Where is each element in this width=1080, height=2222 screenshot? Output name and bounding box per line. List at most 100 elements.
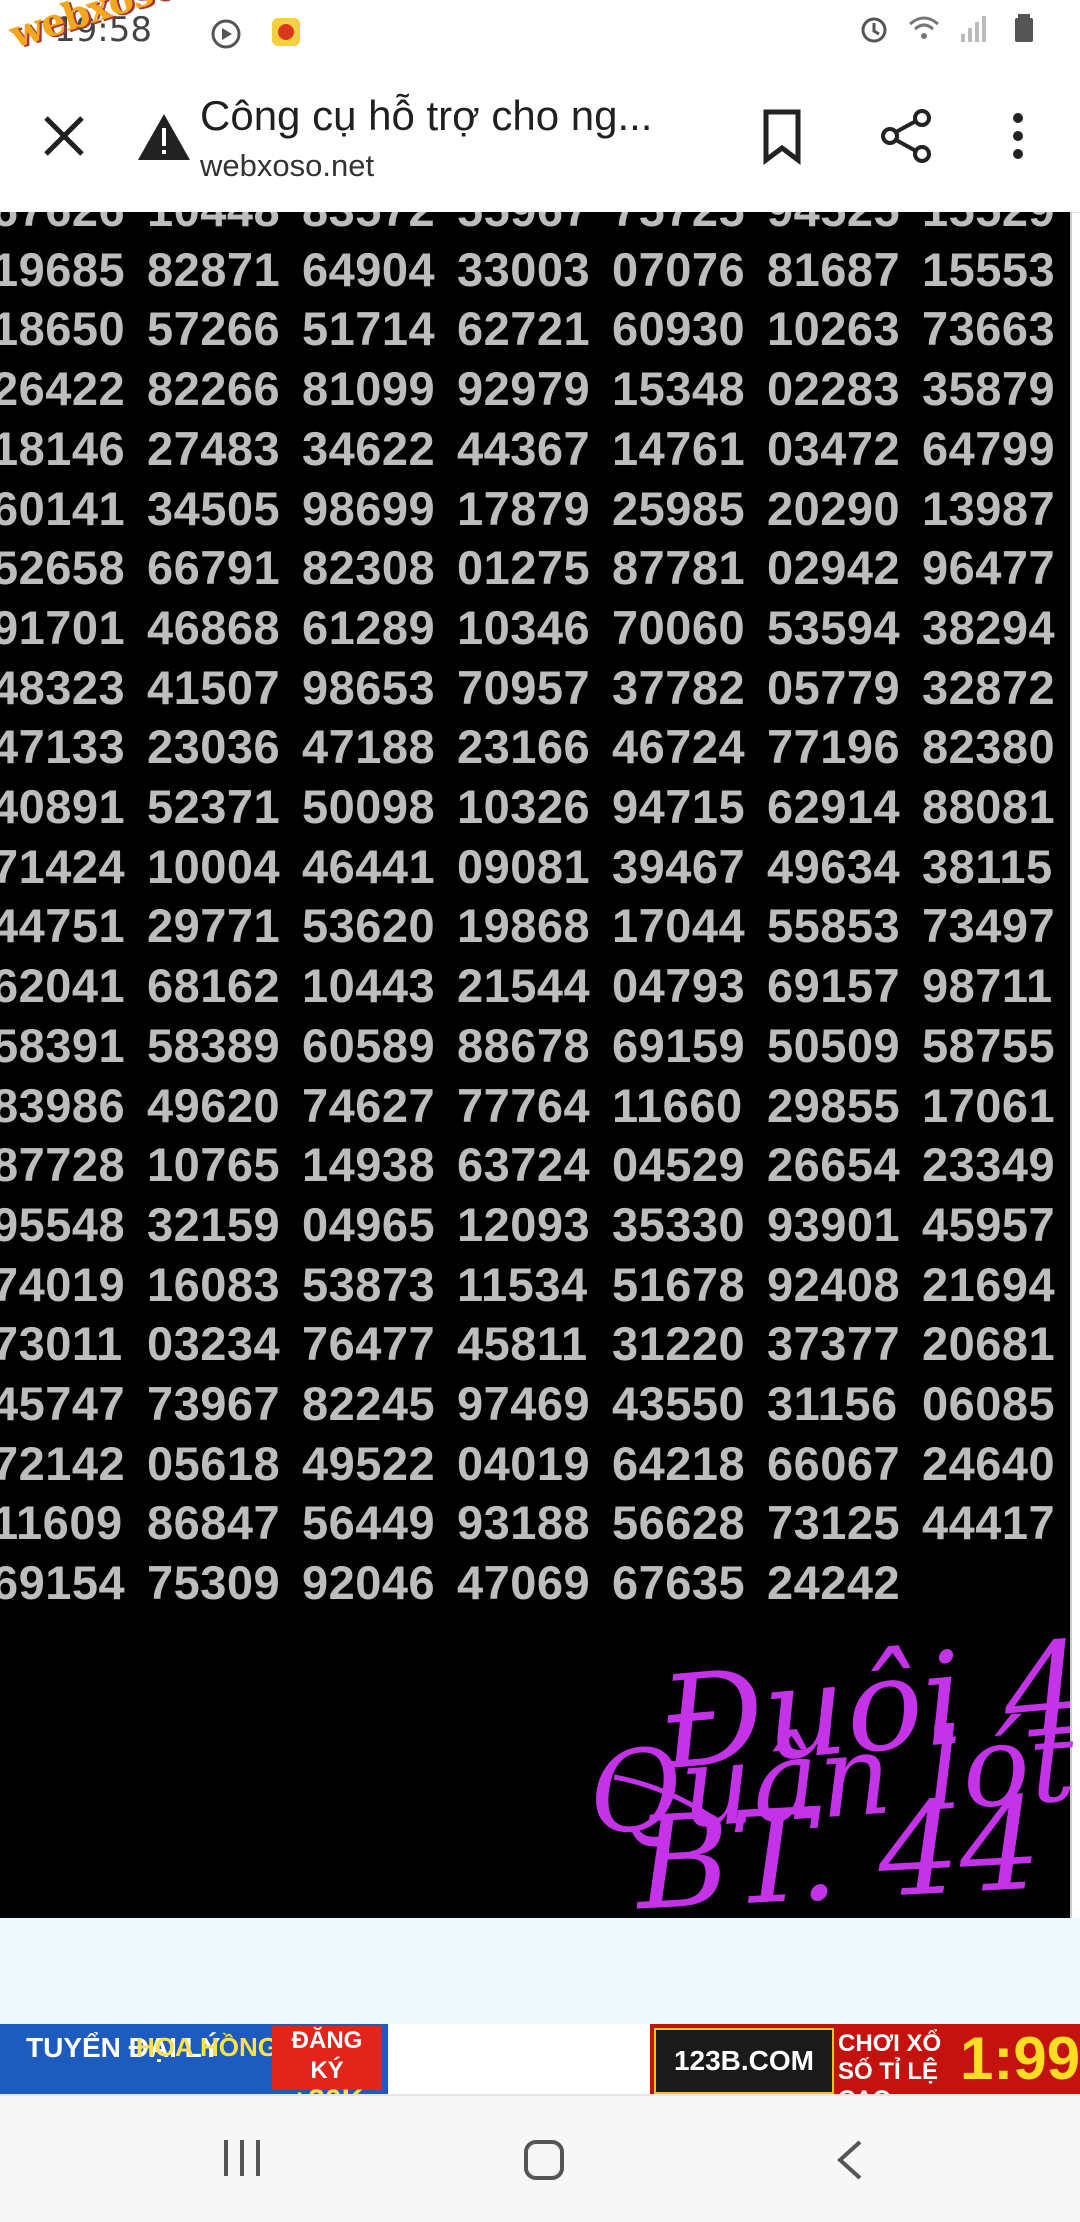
number-cell: 51714 bbox=[302, 302, 436, 356]
number-row: 52658 66791 82308 01275 87781 02942 96477 bbox=[0, 540, 1070, 595]
number-cell: 02283 bbox=[767, 362, 901, 416]
number-cell: 71424 bbox=[0, 839, 126, 893]
number-cell: 04529 bbox=[612, 1138, 746, 1192]
page-url[interactable]: webxoso.net bbox=[200, 148, 374, 184]
number-cell: 06085 bbox=[922, 1377, 1056, 1430]
number-row: 11609 86847 56449 93188 56628 73125 44417 bbox=[0, 1495, 1070, 1550]
ad-banner-right[interactable]: 123B.COM CHƠI XỔ SỐ TỈ LỆ CAO 1:99.9 bbox=[650, 2024, 1080, 2094]
signal-icon bbox=[961, 16, 986, 42]
number-cell: 01275 bbox=[457, 541, 591, 595]
number-cell: 81687 bbox=[767, 242, 901, 296]
number-row: 73011 03234 76477 45811 31220 37377 20681 bbox=[0, 1316, 1070, 1371]
number-cell: 05779 bbox=[767, 660, 901, 714]
number-cell: 10765 bbox=[147, 1138, 281, 1192]
number-cell: 10448 bbox=[147, 212, 302, 237]
number-cell: 66791 bbox=[147, 541, 281, 595]
number-cell: 35330 bbox=[612, 1197, 746, 1251]
number-cell: 91701 bbox=[0, 600, 126, 654]
ad-banner-left[interactable]: TUYỂN ĐẠI LÝ HOA HỒNG 60% ĐĂNG KÝ +30K bbox=[0, 2024, 388, 2094]
number-cell: 32159 bbox=[147, 1197, 281, 1251]
number-cell: 23036 bbox=[147, 720, 281, 774]
number-cell: 21544 bbox=[457, 959, 591, 1013]
number-cell: 26422 bbox=[0, 362, 126, 416]
number-cell: 94525 bbox=[767, 212, 922, 237]
number-cell: 02942 bbox=[767, 541, 901, 595]
number-cell: 82871 bbox=[147, 242, 281, 296]
back-icon[interactable] bbox=[830, 2136, 870, 2184]
number-cell: 63724 bbox=[457, 1138, 591, 1192]
recent-apps-icon[interactable] bbox=[220, 2136, 266, 2180]
number-row: 60141 34505 98699 17879 25985 20290 13987 bbox=[0, 481, 1070, 536]
number-cell: 58755 bbox=[922, 1018, 1056, 1072]
number-row: 48323 41507 98653 70957 37782 05779 32872 bbox=[0, 660, 1070, 715]
number-cell: 25985 bbox=[612, 481, 746, 535]
number-cell: 72142 bbox=[0, 1436, 126, 1490]
close-icon[interactable] bbox=[36, 108, 92, 164]
number-cell: 34622 bbox=[302, 421, 436, 475]
number-cell: 83986 bbox=[0, 1078, 126, 1132]
number-cell: 14938 bbox=[302, 1138, 436, 1192]
number-cell: 58391 bbox=[0, 1018, 126, 1072]
number-cell: 17879 bbox=[457, 481, 591, 535]
more-icon[interactable] bbox=[994, 106, 1042, 166]
number-cell: 62721 bbox=[457, 302, 591, 356]
number-cell: 04019 bbox=[457, 1436, 591, 1490]
number-cell: 29855 bbox=[767, 1078, 901, 1132]
number-cell: 19868 bbox=[457, 899, 591, 953]
number-cell: 39467 bbox=[612, 839, 746, 893]
page-background bbox=[0, 1918, 1080, 2028]
number-cell: 10004 bbox=[147, 839, 281, 893]
number-cell: 98699 bbox=[302, 481, 436, 535]
number-cell: 94715 bbox=[612, 780, 746, 833]
number-cell: 62041 bbox=[0, 959, 126, 1013]
number-cell: 40891 bbox=[0, 780, 126, 833]
number-cell: 93188 bbox=[457, 1496, 591, 1550]
number-cell: 70957 bbox=[457, 660, 591, 714]
number-cell: 69154 bbox=[0, 1556, 126, 1610]
number-cell: 77196 bbox=[767, 720, 901, 774]
browser-toolbar: Công cụ hỗ trợ cho ng... webxoso.net bbox=[0, 66, 1080, 213]
number-cell: 20290 bbox=[767, 481, 901, 535]
number-cell: 10443 bbox=[302, 959, 436, 1013]
number-cell: 82266 bbox=[147, 362, 281, 416]
number-cell: 37377 bbox=[767, 1317, 901, 1371]
number-cell: 12093 bbox=[457, 1197, 591, 1251]
number-cell: 18650 bbox=[0, 302, 126, 356]
number-cell: 53594 bbox=[767, 600, 901, 654]
warning-icon[interactable] bbox=[136, 112, 192, 162]
page-title: Công cụ hỗ trợ cho ng... bbox=[200, 92, 653, 139]
number-row: 44751 29771 53620 19868 17044 55853 73497 bbox=[0, 898, 1070, 953]
share-icon[interactable] bbox=[876, 106, 936, 166]
number-cell: 34505 bbox=[147, 481, 281, 535]
number-cell: 49634 bbox=[767, 839, 901, 893]
result-image: 67626104488357255967757259452515529 19685… bbox=[0, 212, 1072, 1918]
number-cell: 44417 bbox=[922, 1496, 1056, 1550]
number-cell: 73011 bbox=[0, 1317, 123, 1371]
number-row: 18146 27483 34622 44367 14761 03472 64799 bbox=[0, 421, 1070, 476]
number-cell: 32872 bbox=[922, 660, 1056, 714]
alarm-icon bbox=[861, 17, 887, 43]
number-cell: 23166 bbox=[457, 720, 591, 774]
number-cell: 73663 bbox=[922, 302, 1056, 356]
ad-register-button[interactable]: ĐĂNG KÝ +30K bbox=[272, 2026, 382, 2094]
number-cell: 27483 bbox=[147, 421, 281, 475]
home-icon[interactable] bbox=[520, 2136, 568, 2184]
number-cell: 24640 bbox=[922, 1436, 1056, 1490]
number-cell: 97469 bbox=[457, 1377, 591, 1430]
number-cell: 53873 bbox=[302, 1257, 436, 1311]
number-cell: 82245 bbox=[302, 1377, 436, 1430]
number-cell: 14761 bbox=[612, 421, 746, 475]
bookmark-icon[interactable] bbox=[752, 106, 812, 166]
number-cell: 11660 bbox=[612, 1078, 743, 1132]
number-cell: 38115 bbox=[922, 839, 1053, 893]
number-row: 19685 82871 64904 33003 07076 81687 15553 bbox=[0, 242, 1070, 297]
status-bar: 19:58 webxoso.net bbox=[0, 0, 1080, 66]
number-cell: 64799 bbox=[922, 421, 1056, 475]
number-cell: 49522 bbox=[302, 1436, 436, 1490]
number-cell: 61289 bbox=[302, 600, 436, 654]
status-icons bbox=[858, 12, 1040, 44]
number-row: 87728 10765 14938 63724 04529 26654 23349 bbox=[0, 1137, 1070, 1192]
number-cell: 17061 bbox=[922, 1078, 1056, 1132]
number-cell: 82380 bbox=[922, 720, 1056, 774]
number-cell: 07076 bbox=[612, 242, 746, 296]
